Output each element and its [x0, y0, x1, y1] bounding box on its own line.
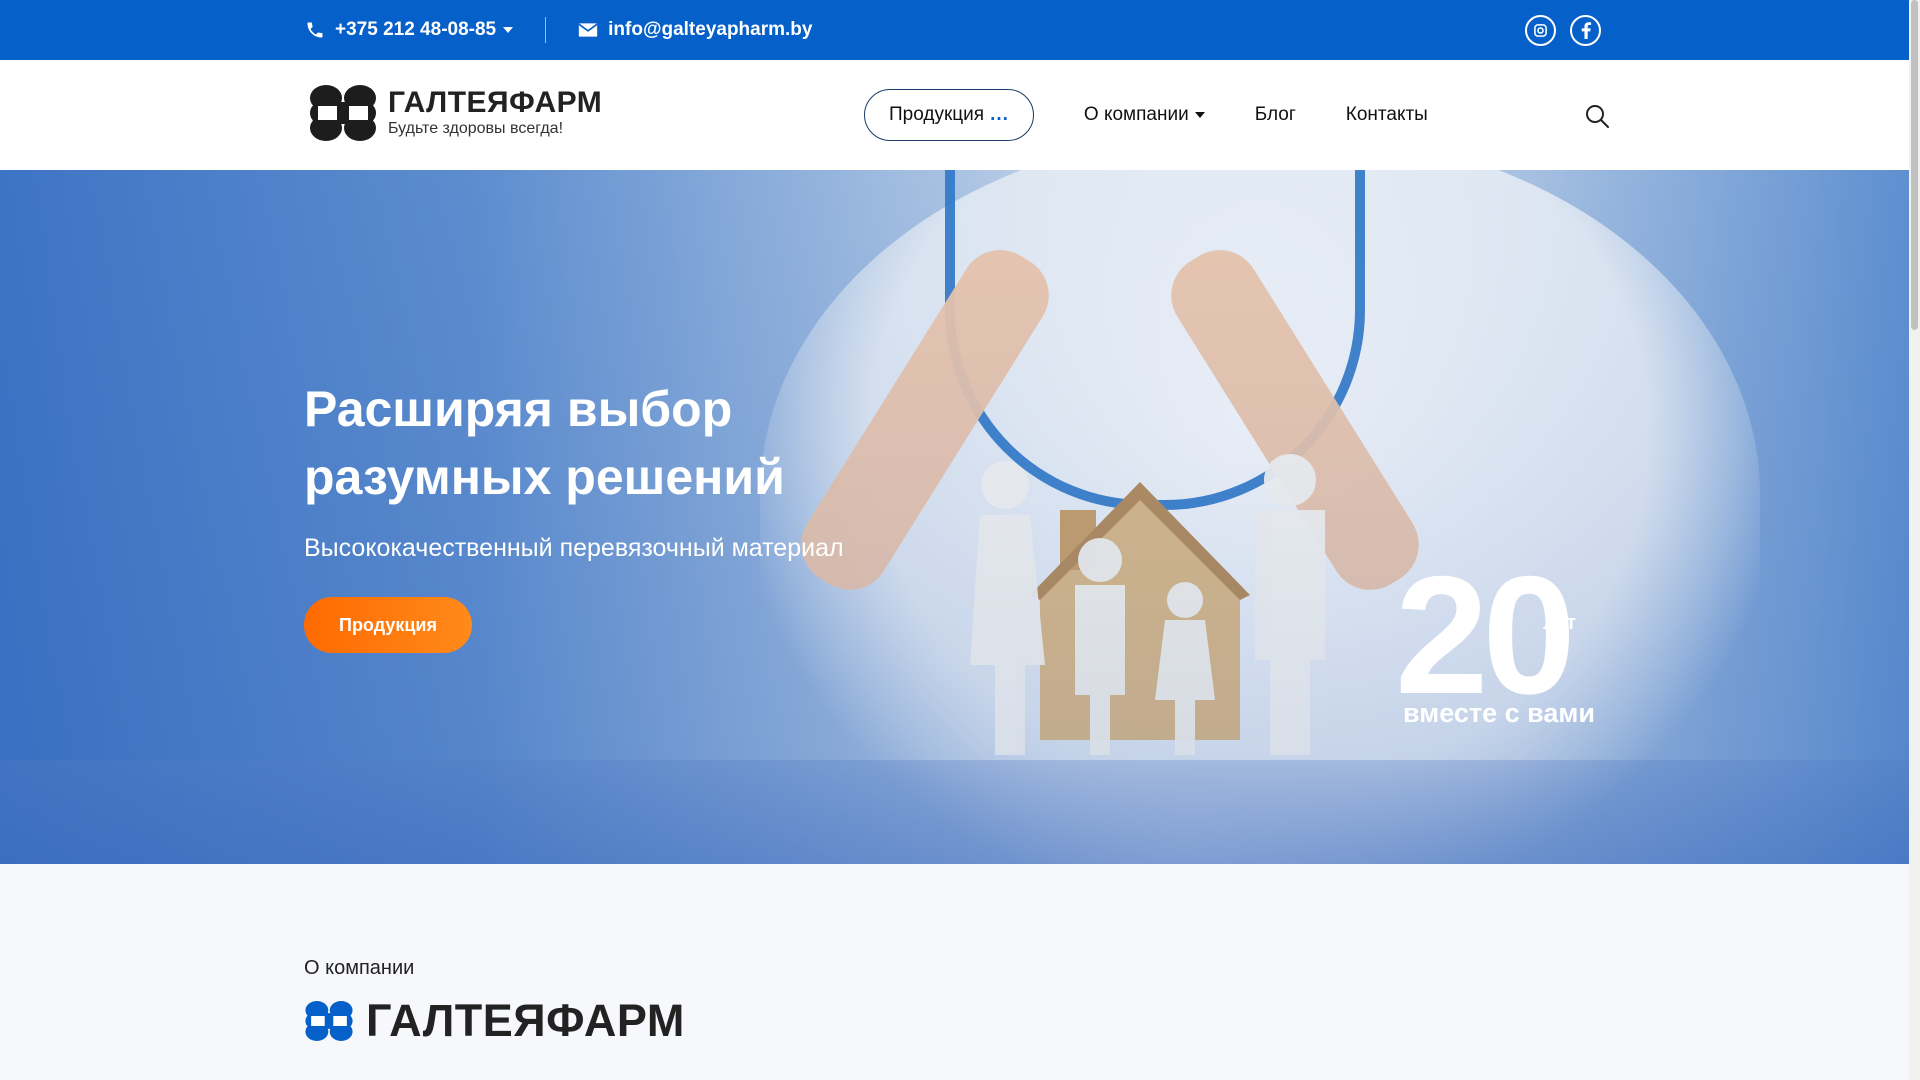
- about-section-label: О компании: [304, 957, 415, 979]
- hero-subtitle: Высококачественный перевязочный материал: [304, 534, 844, 562]
- nav-about-label: О компании: [1083, 104, 1189, 125]
- logo-name: ГАЛТЕЯФАРМ: [388, 86, 603, 119]
- nav-products[interactable]: Продукция ...: [864, 89, 1034, 141]
- social-links: [1525, 14, 1601, 46]
- about-logo: ГАЛТЕЯФАРМ: [304, 995, 685, 1047]
- mail-icon: [578, 23, 598, 37]
- main-header: ГАЛТЕЯФАРМ Будьте здоровы всегда! Продук…: [0, 60, 1909, 170]
- logo-icon: [305, 1001, 353, 1041]
- facebook-icon[interactable]: [1570, 14, 1601, 46]
- instagram-icon[interactable]: [1525, 14, 1556, 46]
- nav-contacts[interactable]: Контакты: [1346, 104, 1428, 126]
- about-company-name: ГАЛТЕЯФАРМ: [366, 995, 685, 1046]
- nav-blog[interactable]: Блог: [1255, 104, 1296, 126]
- nav-products-label: Продукция: [889, 104, 985, 125]
- years-number: 20: [1395, 541, 1576, 729]
- more-icon: ...: [990, 104, 1009, 125]
- search-icon[interactable]: [1584, 103, 1610, 129]
- chevron-down-icon[interactable]: [503, 27, 514, 33]
- logo-icon: [310, 85, 376, 141]
- nav-contacts-label: Контакты: [1345, 104, 1428, 125]
- logo[interactable]: ГАЛТЕЯФАРМ Будьте здоровы всегда!: [308, 84, 602, 142]
- scrollbar-thumb[interactable]: [1911, 0, 1918, 330]
- email-link[interactable]: info@galteyapharm.by: [578, 19, 812, 41]
- hero-overlay: [0, 170, 1909, 864]
- hero-title: Расширяя выбор разумных решений: [304, 381, 785, 505]
- page-scrollbar[interactable]: [1909, 0, 1920, 1080]
- divider: [545, 17, 547, 43]
- phone-icon: [307, 22, 323, 38]
- nav-about[interactable]: О компании: [1084, 104, 1205, 126]
- email-address: info@galteyapharm.by: [608, 19, 813, 40]
- years-unit: лет: [1543, 612, 1577, 634]
- phone-number: +375 212 48-08-85: [335, 19, 497, 40]
- phone-link[interactable]: +375 212 48-08-85: [305, 19, 514, 41]
- products-button[interactable]: Продукция: [304, 597, 472, 653]
- top-bar: +375 212 48-08-85 info@galteyapharm.by: [0, 0, 1909, 60]
- chevron-down-icon: [1194, 112, 1205, 118]
- logo-tagline: Будьте здоровы всегда!: [388, 120, 564, 137]
- years-caption: вместе с вами: [1403, 698, 1595, 728]
- hero-banner: Расширяя выбор разумных решений Высокока…: [0, 170, 1909, 864]
- main-nav: Продукция ... О компании Блог Контакты: [864, 89, 1428, 141]
- years-badge: 20 лет вместе с вами: [1395, 541, 1615, 729]
- nav-blog-label: Блог: [1254, 104, 1296, 125]
